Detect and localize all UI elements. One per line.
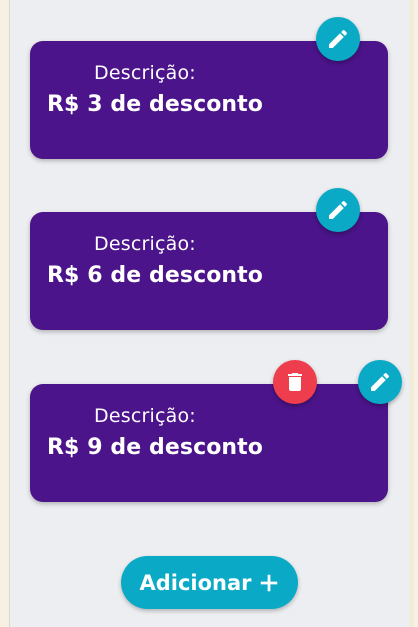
pencil-icon bbox=[371, 372, 390, 391]
pencil-icon bbox=[329, 29, 348, 48]
card-caption: Descrição: bbox=[94, 405, 196, 427]
pencil-icon bbox=[329, 200, 348, 219]
trash-icon bbox=[288, 373, 302, 391]
add-button-label: Adicionar bbox=[139, 570, 252, 595]
card-description: R$ 3 de desconto bbox=[47, 92, 264, 117]
plus-icon bbox=[260, 574, 277, 591]
delete-button[interactable] bbox=[273, 360, 317, 404]
edit-button[interactable] bbox=[316, 188, 360, 232]
add-button[interactable]: Adicionar bbox=[121, 556, 298, 609]
card-description: R$ 9 de desconto bbox=[47, 435, 264, 460]
edit-button[interactable] bbox=[316, 17, 360, 61]
discount-card: Descrição: R$ 9 de desconto bbox=[30, 384, 388, 502]
card-caption: Descrição: bbox=[94, 233, 196, 255]
edit-button[interactable] bbox=[358, 360, 402, 404]
card-description: R$ 6 de desconto bbox=[47, 263, 264, 288]
panel-edge bbox=[410, 0, 414, 627]
card-caption: Descrição: bbox=[94, 62, 196, 84]
